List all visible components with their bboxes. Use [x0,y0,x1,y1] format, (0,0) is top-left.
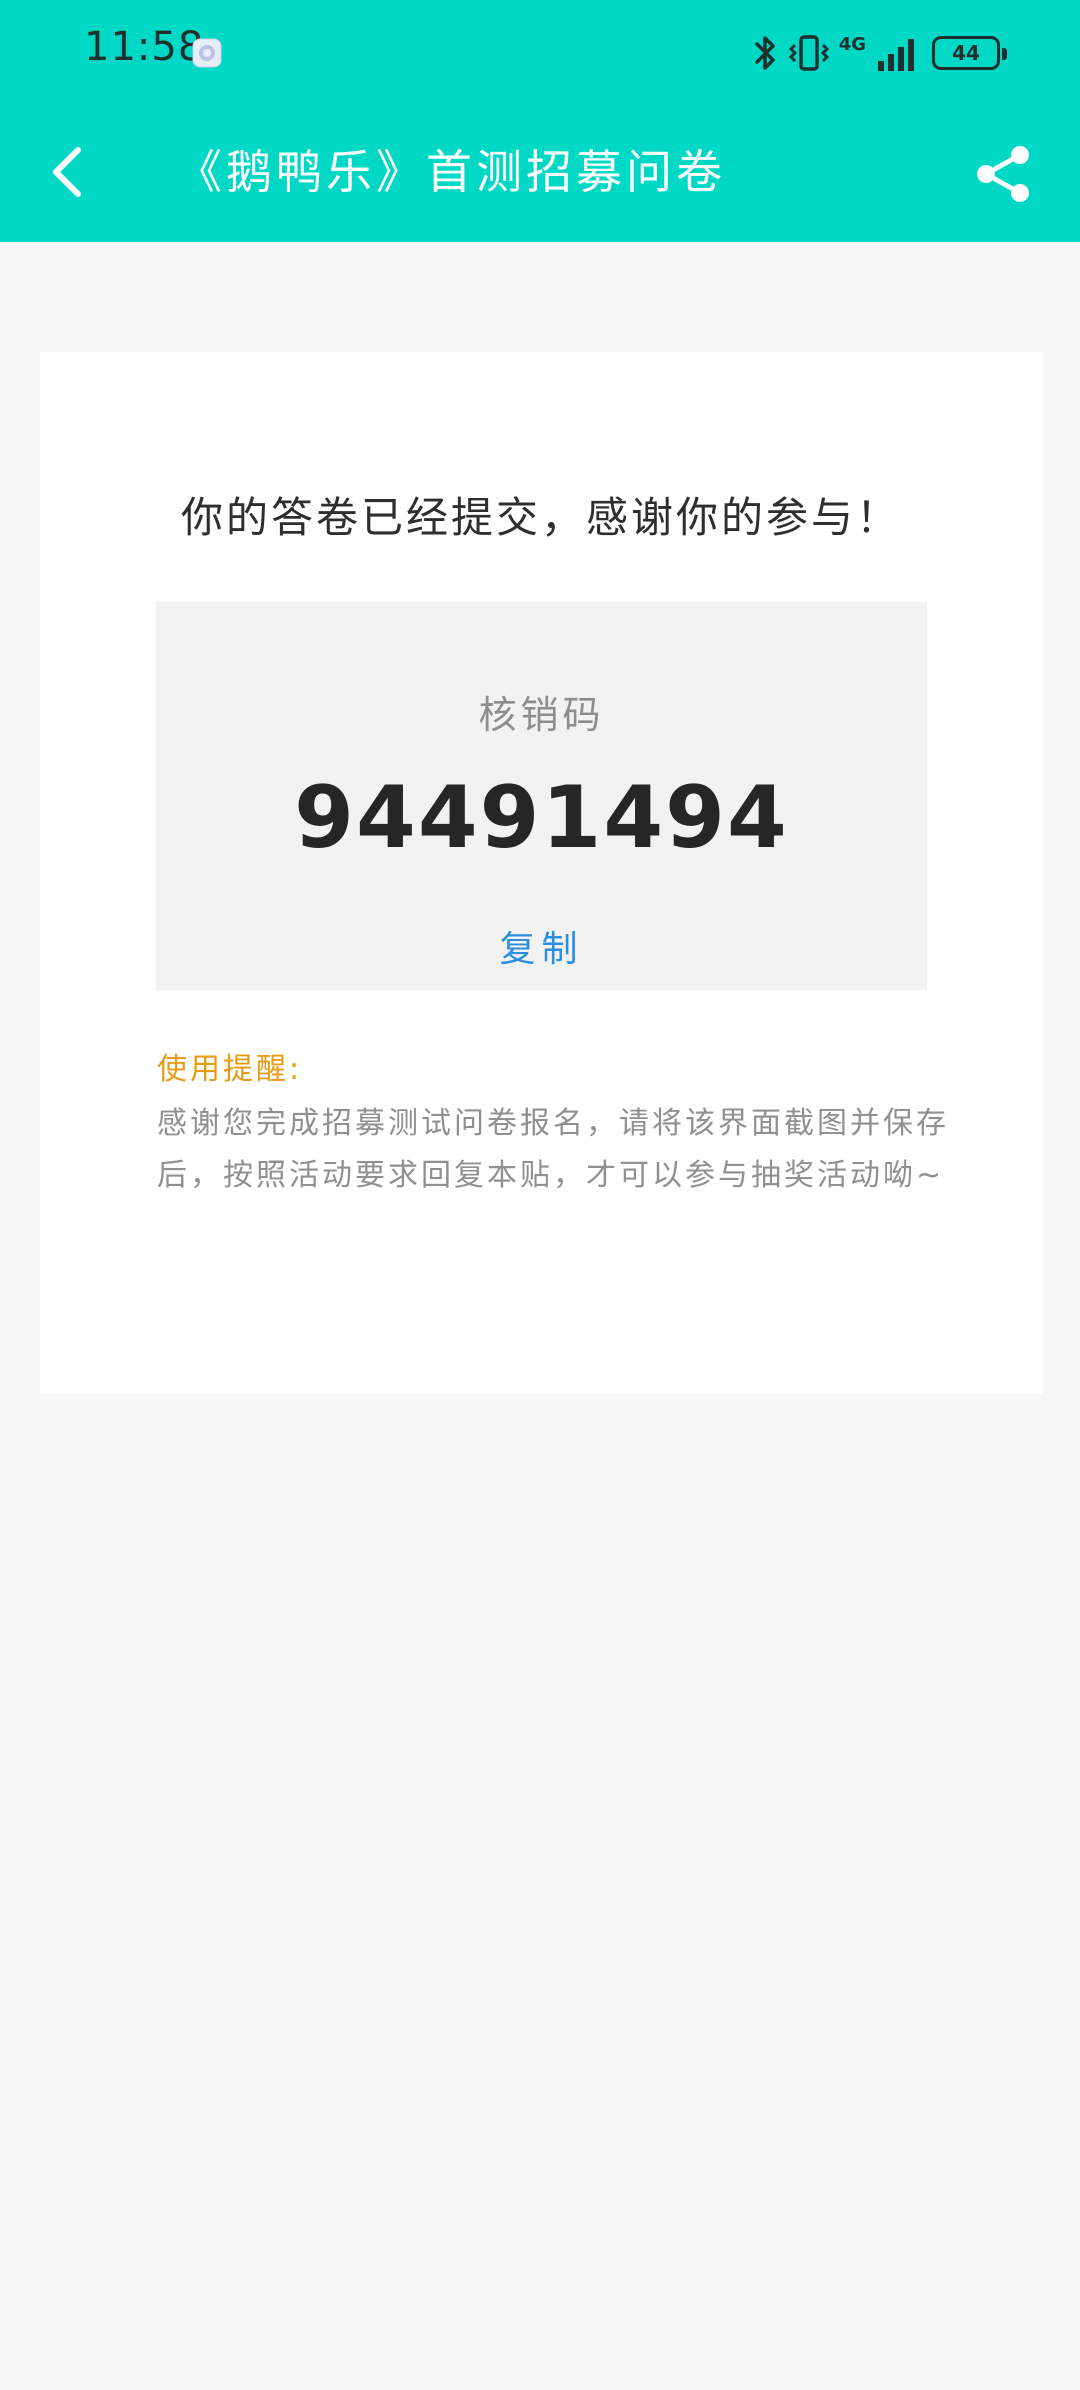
title-bar: 《鹅鸭乐》首测招募问卷 [0,120,1080,230]
redemption-code-box: 核销码 94491494 复制 [156,602,927,990]
vibrate-icon [788,35,829,71]
network-type: 4G [838,34,866,55]
page-title: 《鹅鸭乐》首测招募问卷 [176,145,726,199]
code-label: 核销码 [478,693,605,737]
copy-button[interactable]: 复制 [156,920,927,972]
code-value: 94491494 [294,768,789,868]
back-button[interactable] [40,142,100,202]
result-card: 你的答卷已经提交，感谢你的参与！ 核销码 94491494 复制 使用提醒: 感… [40,352,1042,1394]
bluetooth-icon [754,36,775,70]
success-message: 你的答卷已经提交，感谢你的参与！ [180,493,901,542]
status-time: 11:58 [84,24,205,70]
battery-level: 44 [952,41,980,65]
share-button[interactable] [972,142,1036,206]
battery-icon: 44 [932,36,1007,70]
status-bar: 11:58 4G 44 [0,0,1080,106]
share-icon [977,146,1029,202]
signal-icon [878,39,914,71]
tip-body: 感谢您完成招募测试问卷报名，请将该界面截图并保存后，按照活动要求回复本贴，才可以… [157,1106,949,1193]
status-indicators: 4G 44 [753,30,1007,76]
tip-title: 使用提醒: [157,1052,303,1087]
app-notification-icon [192,38,222,68]
app-header: 11:58 4G 44 《鹅鸭乐》首测招募问卷 [0,0,1080,242]
chevron-left-icon [53,147,81,197]
